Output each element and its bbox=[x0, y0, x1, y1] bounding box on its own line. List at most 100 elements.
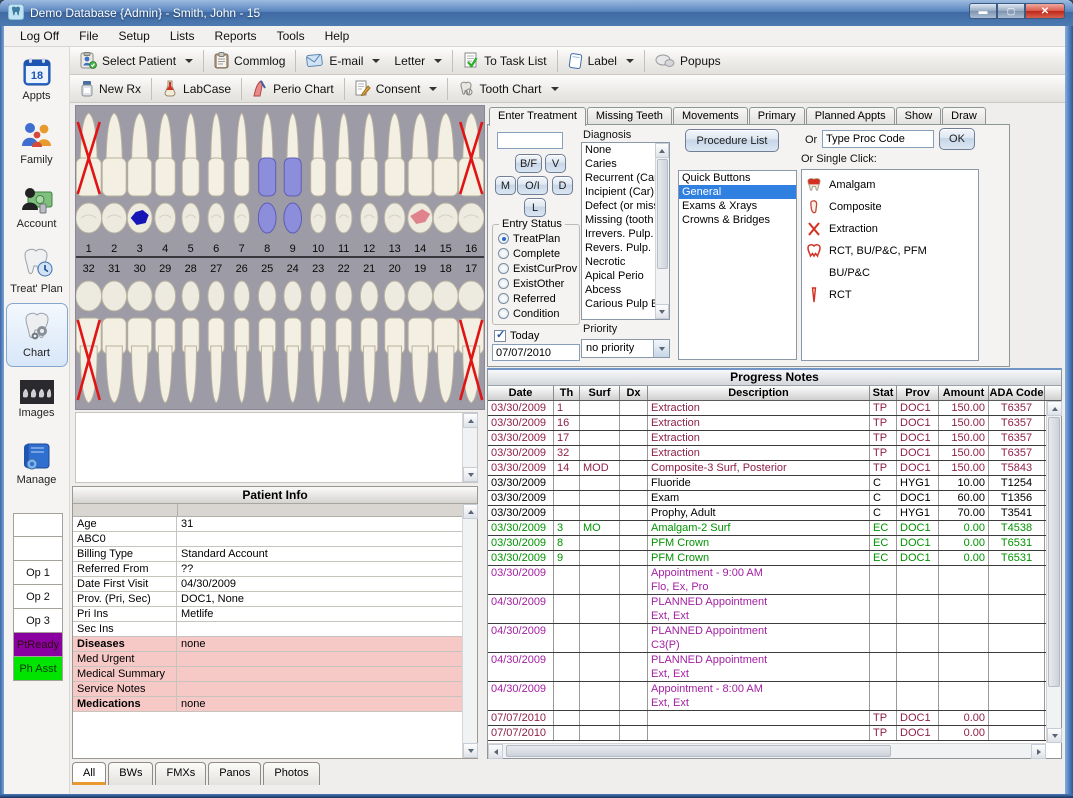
proc-code-input[interactable] bbox=[822, 130, 934, 148]
diagnosis-item-carious-pulp-ex[interactable]: Carious Pulp Ex bbox=[582, 297, 655, 311]
progress-note-row[interactable]: 03/30/200932ExtractionTPDOC1150.00T6357 bbox=[488, 446, 1046, 461]
treatment-tab-movements[interactable]: Movements bbox=[673, 107, 748, 125]
quick-proc-amalgam[interactable]: Amalgam bbox=[802, 174, 978, 196]
diagnosis-item-none[interactable]: None bbox=[582, 143, 655, 157]
treatment-tab-draw[interactable]: Draw bbox=[942, 107, 986, 125]
category-item-crowns-bridges[interactable]: Crowns & Bridges bbox=[679, 213, 796, 227]
diagnosis-item-abcess[interactable]: Abcess bbox=[582, 283, 655, 297]
op-button-op-3[interactable]: Op 3 bbox=[13, 609, 63, 633]
pn-col-th[interactable]: Th bbox=[554, 386, 580, 400]
category-item-exams-xrays[interactable]: Exams & Xrays bbox=[679, 199, 796, 213]
treatment-tab-planned-appts[interactable]: Planned Appts bbox=[806, 107, 895, 125]
progress-note-row[interactable]: 04/30/2009PLANNED AppointmentExt, Ext bbox=[488, 595, 1046, 624]
progress-note-row[interactable]: 04/30/2009PLANNED AppointmentC3(P) bbox=[488, 624, 1046, 653]
diagnosis-item-missing-tooth-s[interactable]: Missing (tooth s bbox=[582, 213, 655, 227]
quick-proc-bu-p-c[interactable]: BU/P&C bbox=[802, 262, 978, 284]
sidebar-module-account[interactable]: Account bbox=[6, 175, 68, 239]
dropdown-arrow-icon[interactable] bbox=[372, 59, 380, 63]
image-tab-bws[interactable]: BWs bbox=[108, 762, 153, 785]
radio-icon[interactable] bbox=[498, 233, 509, 244]
radio-icon[interactable] bbox=[498, 248, 509, 259]
op-button-blank-1[interactable] bbox=[13, 537, 63, 561]
radio-icon[interactable] bbox=[498, 278, 509, 289]
progress-note-row[interactable]: 03/30/20093MOAmalgam-2 SurfECDOC10.00T45… bbox=[488, 521, 1046, 536]
sidebar-module-images[interactable]: Images bbox=[6, 367, 68, 431]
progress-note-row[interactable]: 04/30/2009PLANNED AppointmentExt, Ext bbox=[488, 653, 1046, 682]
pn-col-dx[interactable]: Dx bbox=[620, 386, 648, 400]
radio-icon[interactable] bbox=[498, 308, 509, 319]
menu-tools[interactable]: Tools bbox=[267, 26, 315, 46]
progress-note-row[interactable]: 03/30/2009Appointment - 9:00 AMFlo, Ex, … bbox=[488, 566, 1046, 595]
progress-notes-vscrollbar[interactable] bbox=[1046, 401, 1061, 743]
diagnosis-item-defect-or-miss[interactable]: Defect (or miss bbox=[582, 199, 655, 213]
progress-note-row[interactable]: 03/30/2009FluorideCHYG110.00T1254 bbox=[488, 476, 1046, 491]
surface-button-o-i[interactable]: O/I bbox=[517, 176, 548, 195]
image-tab-fmxs[interactable]: FMXs bbox=[155, 762, 206, 785]
progress-note-row[interactable]: 07/07/2010 TPDOC10.00 bbox=[488, 711, 1046, 726]
surface-button-b-f[interactable]: B/F bbox=[515, 154, 542, 173]
pn-col-stat[interactable]: Stat bbox=[870, 386, 897, 400]
surface-button-m[interactable]: M bbox=[495, 176, 516, 195]
pn-col-description[interactable]: Description bbox=[648, 386, 870, 400]
date-input[interactable] bbox=[492, 344, 580, 361]
patient-info-scrollbar[interactable] bbox=[462, 504, 477, 758]
toolbar-button-labcase[interactable]: LabCase bbox=[155, 77, 238, 101]
progress-note-row[interactable]: 03/30/2009ExamCDOC160.00T1356 bbox=[488, 491, 1046, 506]
toolbar-button-commlog[interactable]: Commlog bbox=[207, 49, 292, 73]
radio-icon[interactable] bbox=[498, 293, 509, 304]
sidebar-module-chart[interactable]: Chart bbox=[6, 303, 68, 367]
progress-note-row[interactable]: 03/30/200916ExtractionTPDOC1150.00T6357 bbox=[488, 416, 1046, 431]
entry-status-option-existcurprov[interactable]: ExistCurProv bbox=[498, 261, 579, 276]
op-button-blank-0[interactable] bbox=[13, 513, 63, 537]
progress-note-row[interactable]: 03/30/200914MODComposite-3 Surf, Posteri… bbox=[488, 461, 1046, 476]
today-checkbox[interactable] bbox=[494, 330, 506, 342]
dropdown-arrow-icon[interactable] bbox=[551, 87, 559, 91]
dropdown-arrow-icon[interactable] bbox=[434, 59, 442, 63]
tooth-chart[interactable]: 1322313304295286277268259241023112212211… bbox=[75, 105, 485, 410]
entry-status-option-referred[interactable]: Referred bbox=[498, 291, 579, 306]
treatment-tab-enter-treatment[interactable]: Enter Treatment bbox=[489, 107, 586, 126]
maximize-button[interactable]: ▢ bbox=[997, 3, 1025, 19]
toolbar-button-tooth-chart[interactable]: Tooth Chart bbox=[451, 77, 565, 101]
entry-status-option-treatplan[interactable]: TreatPlan bbox=[498, 231, 579, 246]
surface-button-v[interactable]: V bbox=[545, 154, 566, 173]
image-tab-all[interactable]: All bbox=[72, 762, 106, 785]
treatment-tab-primary[interactable]: Primary bbox=[749, 107, 805, 125]
diagnosis-listbox[interactable]: NoneCariesRecurrent (Car)Incipient (Car)… bbox=[581, 142, 670, 320]
op-button-ph-asst[interactable]: Ph Asst bbox=[13, 657, 63, 681]
entry-status-option-complete[interactable]: Complete bbox=[498, 246, 579, 261]
progress-note-row[interactable]: 04/30/2009Appointment - 8:00 AMExt, Ext bbox=[488, 682, 1046, 711]
surface-button-d[interactable]: D bbox=[552, 176, 573, 195]
category-listbox[interactable]: Quick ButtonsGeneralExams & XraysCrowns … bbox=[678, 170, 797, 360]
close-button[interactable]: ✕ bbox=[1025, 3, 1065, 19]
progress-note-row[interactable]: 03/30/20098PFM CrownECDOC10.00T6531 bbox=[488, 536, 1046, 551]
op-button-op-2[interactable]: Op 2 bbox=[13, 585, 63, 609]
toolbar-button-select-patient[interactable]: Select Patient bbox=[73, 49, 200, 73]
entry-status-option-condition[interactable]: Condition bbox=[498, 306, 579, 321]
today-checkbox-row[interactable]: Today bbox=[494, 328, 539, 343]
dropdown-arrow-icon[interactable] bbox=[185, 59, 193, 63]
pn-col-prov[interactable]: Prov bbox=[897, 386, 939, 400]
toolbar-button-new-rx[interactable]: New Rx bbox=[73, 77, 148, 101]
toolbar-button-perio-chart[interactable]: Perio Chart bbox=[245, 77, 341, 101]
dropdown-arrow-icon[interactable] bbox=[429, 87, 437, 91]
sidebar-module-family[interactable]: Family bbox=[6, 111, 68, 175]
radio-icon[interactable] bbox=[498, 263, 509, 274]
progress-note-row[interactable]: 03/30/20091ExtractionTPDOC1150.00T6357 bbox=[488, 401, 1046, 416]
treatment-tab-missing-teeth[interactable]: Missing Teeth bbox=[587, 107, 672, 125]
surface-input[interactable] bbox=[497, 132, 563, 149]
pn-col-ada-code[interactable]: ADA Code bbox=[989, 386, 1045, 400]
treatment-tab-show[interactable]: Show bbox=[896, 107, 942, 125]
menu-help[interactable]: Help bbox=[315, 26, 360, 46]
menu-lists[interactable]: Lists bbox=[160, 26, 205, 46]
progress-note-row[interactable]: 03/30/20099PFM CrownECDOC10.00T6531 bbox=[488, 551, 1046, 566]
pn-col-date[interactable]: Date bbox=[488, 386, 554, 400]
diagnosis-item-necrotic[interactable]: Necrotic bbox=[582, 255, 655, 269]
category-item-quick-buttons[interactable]: Quick Buttons bbox=[679, 171, 796, 185]
entry-status-option-existother[interactable]: ExistOther bbox=[498, 276, 579, 291]
progress-note-row[interactable]: 03/30/200917ExtractionTPDOC1150.00T6357 bbox=[488, 431, 1046, 446]
dropdown-arrow-icon[interactable] bbox=[626, 59, 634, 63]
sidebar-module-manage[interactable]: Manage bbox=[6, 431, 68, 495]
diagnosis-item-recurrent-car[interactable]: Recurrent (Car) bbox=[582, 171, 655, 185]
diagnosis-scrollbar[interactable] bbox=[655, 143, 669, 319]
